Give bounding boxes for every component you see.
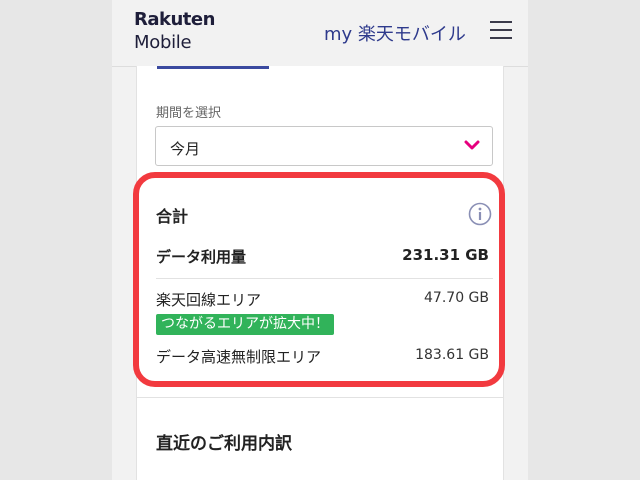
info-icon[interactable] [468,202,492,226]
data-usage-label: データ利用量 [156,248,247,266]
logo-text-rakuten[interactable]: Rakuten [134,9,215,30]
hamburger-menu-icon[interactable] [490,21,512,39]
rakuten-area-value: 47.70 GB [424,290,489,306]
active-tab-indicator [157,66,269,69]
usage-card: 期間を選択 今月 合計 データ利用量 231.31 GB 楽天回線エリア 47.… [136,66,504,480]
summary-divider [156,278,493,279]
recent-usage-title: 直近のご利用内訳 [156,434,292,454]
period-select-label: 期間を選択 [156,106,222,121]
app-header: Rakuten Mobile my 楽天モバイル [112,0,528,67]
mobile-screen: Rakuten Mobile my 楽天モバイル 期間を選択 今月 合計 データ… [112,0,528,480]
data-usage-value: 231.31 GB [402,246,489,264]
section-divider [137,397,503,398]
logo-text-mobile[interactable]: Mobile [134,32,192,53]
summary-title: 合計 [156,207,189,226]
my-rakuten-mobile-link[interactable]: my 楽天モバイル [324,20,466,46]
rakuten-area-label: 楽天回線エリア [156,291,262,309]
period-select[interactable]: 今月 [155,126,493,166]
unlimited-area-label: データ高速無制限エリア [156,348,322,366]
area-expansion-badge[interactable]: つながるエリアが拡大中！ [156,314,334,335]
unlimited-area-value: 183.61 GB [415,347,489,363]
period-select-value: 今月 [170,140,201,158]
chevron-down-icon [464,140,480,150]
